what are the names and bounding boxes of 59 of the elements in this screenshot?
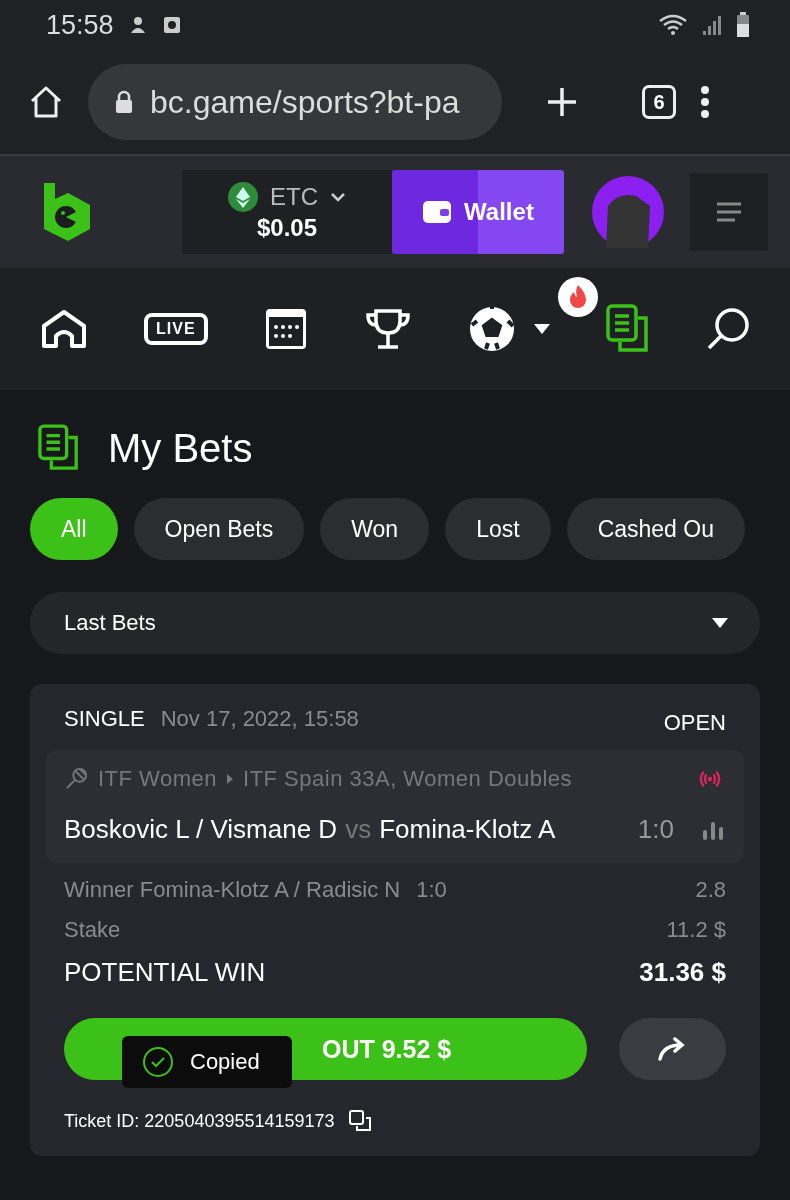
- battery-icon: [736, 12, 750, 38]
- live-tab[interactable]: LIVE: [144, 313, 208, 345]
- league-name: ITF Women: [98, 766, 217, 792]
- home-team: Boskovic L / Vismane D: [64, 814, 338, 845]
- versus-label: vs: [345, 814, 372, 845]
- dropdown-icon: [712, 618, 728, 628]
- dropdown-icon[interactable]: [533, 324, 550, 334]
- tennis-racket-icon: [64, 767, 88, 791]
- potential-win-value: 31.36 $: [639, 957, 726, 988]
- balance-selector[interactable]: ETC $0.05: [182, 170, 392, 254]
- coin-icon: [228, 182, 258, 212]
- odds-value: 2.8: [695, 877, 726, 903]
- menu-button[interactable]: [690, 173, 768, 251]
- fire-badge-icon: [557, 277, 598, 317]
- status-time: 15:58: [46, 9, 114, 41]
- calendar-icon[interactable]: [263, 307, 308, 351]
- potential-win-label: POTENTIAL WIN: [64, 957, 266, 988]
- bets-icon: [38, 424, 80, 472]
- selection-score: 1:0: [416, 877, 447, 903]
- away-team: Fomina-Klotz A: [379, 814, 556, 845]
- wifi-icon: [658, 13, 688, 37]
- copy-icon[interactable]: [348, 1110, 371, 1132]
- search-icon[interactable]: [705, 307, 750, 351]
- lock-icon: [114, 90, 134, 114]
- new-tab-icon[interactable]: [546, 86, 578, 118]
- filter-tab[interactable]: Lost: [445, 498, 551, 560]
- check-circle-icon: [142, 1046, 174, 1078]
- selection-label: Winner Fomina-Klotz A / Radisic N: [64, 877, 401, 903]
- filter-tab[interactable]: Open Bets: [133, 498, 305, 560]
- bets-dropdown[interactable]: Last Bets: [30, 592, 760, 654]
- filter-tab[interactable]: Won: [320, 498, 430, 560]
- wallet-button[interactable]: Wallet: [392, 170, 564, 254]
- address-bar[interactable]: bc.game/sports?bt-pa: [88, 64, 502, 140]
- match-score: 1:0: [637, 814, 674, 845]
- bet-type: SINGLE: [64, 706, 145, 732]
- signal-icon: [702, 13, 722, 37]
- breadcrumb-arrow-icon: [227, 774, 233, 784]
- bets-icon[interactable]: [605, 304, 650, 354]
- trophy-icon[interactable]: [363, 307, 412, 351]
- tournament-name: ITF Spain 33A, Women Doubles: [243, 766, 573, 792]
- avatar[interactable]: [592, 176, 664, 248]
- home-icon[interactable]: [28, 84, 64, 120]
- wallet-icon: [422, 199, 453, 225]
- ticket-id: Ticket ID: 2205040395514159173: [64, 1110, 335, 1132]
- chevron-icon: [330, 192, 346, 202]
- page-title: My Bets: [108, 425, 253, 471]
- bet-status: OPEN: [663, 710, 726, 736]
- stats-icon[interactable]: [702, 819, 724, 840]
- home-icon[interactable]: [40, 308, 88, 350]
- stake-label: Stake: [64, 917, 121, 943]
- logo-icon[interactable]: [42, 181, 92, 243]
- bet-date: Nov 17, 2022, 15:58: [160, 706, 359, 732]
- soccer-ball-icon[interactable]: [467, 305, 516, 353]
- stake-value: 11.2 $: [666, 917, 726, 943]
- menu-icon: [715, 201, 743, 223]
- tab-count[interactable]: 6: [642, 85, 676, 119]
- toast-text: Copied: [190, 1049, 260, 1075]
- menu-icon[interactable]: [700, 85, 710, 119]
- filter-tab[interactable]: Cashed Ou: [566, 498, 745, 560]
